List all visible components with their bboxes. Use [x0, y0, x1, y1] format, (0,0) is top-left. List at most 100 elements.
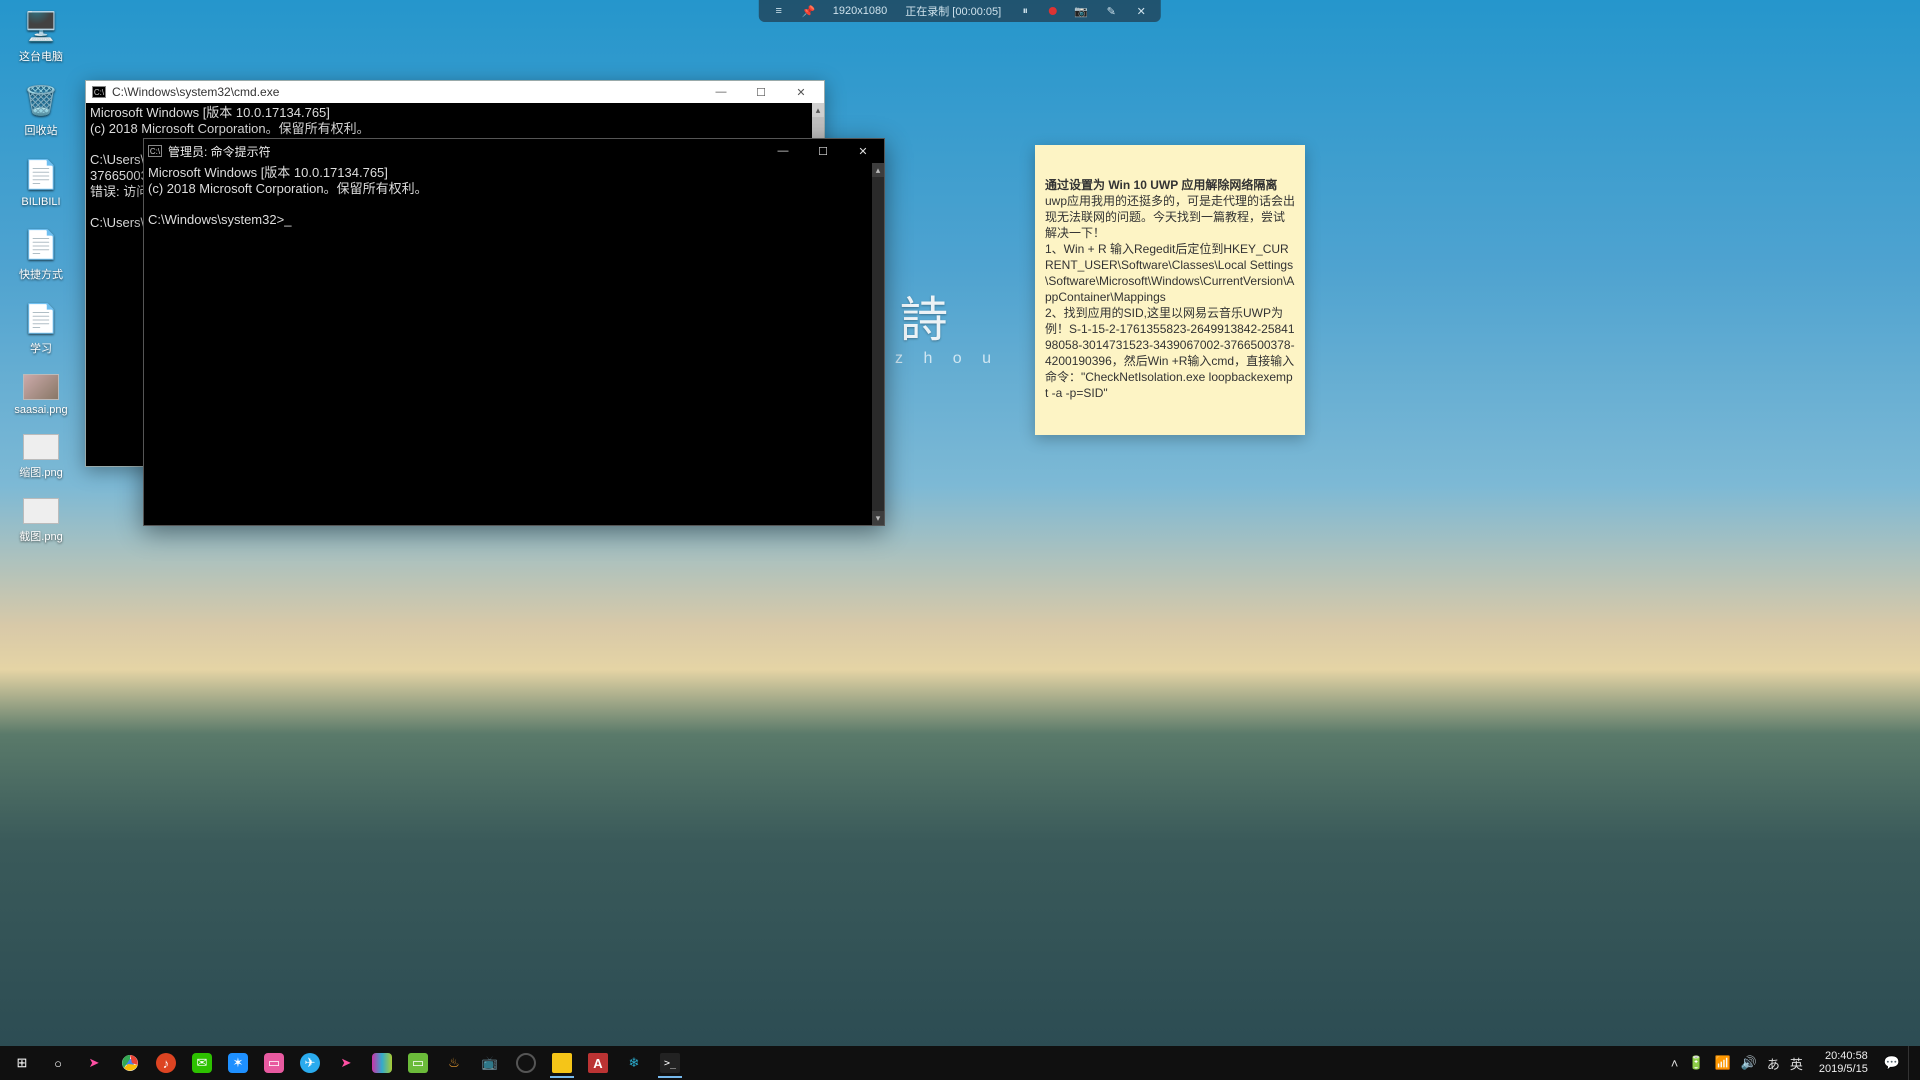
scroll-down-icon[interactable]: ▾ [872, 511, 884, 525]
show-desktop-button[interactable] [1908, 1046, 1914, 1080]
cursor-icon: ➤ [84, 1053, 104, 1073]
minimize-button[interactable]: — [766, 140, 800, 162]
terminal-output[interactable]: Microsoft Windows [版本 10.0.17134.765] (c… [144, 163, 872, 525]
cmd-admin-window[interactable]: C:\ 管理员: 命令提示符 — ☐ ✕ Microsoft Windows [… [143, 138, 885, 526]
star-icon: ✶ [228, 1053, 248, 1073]
ime-mode-icon[interactable]: あ [1767, 1054, 1780, 1073]
taskbar-app[interactable] [366, 1048, 398, 1078]
recording-status: 正在录制 [00:00:05] [905, 3, 1001, 19]
desktop-icons: 🖥️ 这台电脑 🗑️ 回收站 📄 BILIBILI 📄 快捷方式 📄 学习 saasai.… [10, 8, 72, 544]
desktop-icon-image[interactable]: 截图.png [10, 498, 72, 544]
taskbar-app-netease[interactable]: ♪ [150, 1048, 182, 1078]
close-button[interactable]: ✕ [784, 81, 818, 103]
cursor-icon: ➤ [336, 1053, 356, 1073]
pause-icon[interactable]: ⏸ [1019, 5, 1031, 17]
taskbar-app[interactable]: ✶ [222, 1048, 254, 1078]
doc-icon: 📄 [23, 300, 59, 336]
date-label: 2019/5/15 [1819, 1063, 1868, 1076]
doc-icon: 📄 [23, 226, 59, 262]
system-tray: ˄ 🔋 📶 🔊 あ 英 20:40:58 2019/5/15 💬 [1667, 1050, 1904, 1076]
icon-label: 回收站 [25, 122, 58, 138]
desktop-icon-bilibili[interactable]: 📄 BILIBILI [10, 156, 72, 208]
resolution-label: 1920x1080 [833, 5, 887, 17]
scroll-up-icon[interactable]: ▴ [812, 103, 824, 117]
window-title: 管理员: 命令提示符 [168, 143, 271, 160]
titlebar[interactable]: C:\ 管理员: 命令提示符 — ☐ ✕ [144, 139, 884, 163]
icon-label: BILIBILI [21, 196, 60, 208]
image-icon [23, 498, 59, 524]
icon-label: 快捷方式 [19, 266, 63, 282]
desktop-icon-shortcut[interactable]: 📄 快捷方式 [10, 226, 72, 282]
desktop-icon-image[interactable]: saasai.png [10, 374, 72, 416]
doc-icon: 📄 [23, 156, 59, 192]
flame-icon: ♨ [444, 1053, 464, 1073]
menu-icon[interactable]: ≡ [773, 5, 785, 17]
camera-icon[interactable]: 📷 [1075, 5, 1087, 17]
minimize-button[interactable]: — [704, 81, 738, 103]
taskbar-app[interactable]: 📺 [474, 1048, 506, 1078]
terminal-icon: >_ [660, 1053, 680, 1073]
circle-icon: ○ [48, 1053, 68, 1073]
desktop-icon-image[interactable]: 缩图.png [10, 434, 72, 480]
record-icon[interactable] [1049, 7, 1057, 15]
taskbar-app-sticky-notes[interactable] [546, 1048, 578, 1078]
sticky-note[interactable]: 通过设置为 Win 10 UWP 应用解除网络隔离 uwp应用我用的还挺多的，可… [1035, 145, 1305, 435]
recording-toolbar: ≡ 📌 1920x1080 正在录制 [00:00:05] ⏸ 📷 ✎ ✕ [759, 0, 1161, 22]
scrollbar[interactable]: ▴ ▾ [872, 163, 884, 525]
scroll-up-icon[interactable]: ▴ [872, 163, 884, 177]
image-icon [23, 374, 59, 400]
plane-icon: ✈ [300, 1053, 320, 1073]
time-label: 20:40:58 [1825, 1050, 1868, 1063]
note-body: uwp应用我用的还挺多的，可是走代理的话会出现无法联网的问题。今天找到一篇教程，… [1045, 194, 1295, 400]
volume-icon[interactable]: 🔊 [1741, 1055, 1757, 1071]
start-button[interactable]: ⊞ [6, 1048, 38, 1078]
stripes-icon [372, 1053, 392, 1073]
maximize-button[interactable]: ☐ [806, 140, 840, 162]
notification-icon[interactable]: 💬 [1884, 1055, 1900, 1071]
taskbar-app[interactable]: ❄ [618, 1048, 650, 1078]
taskbar-app-explorer[interactable]: ▭ [402, 1048, 434, 1078]
wallpaper-text: 詩 [900, 280, 954, 350]
pen-icon[interactable]: ✎ [1105, 5, 1117, 17]
desktop-icon-recycle-bin[interactable]: 🗑️ 回收站 [10, 82, 72, 138]
folder-icon: ▭ [408, 1053, 428, 1073]
titlebar[interactable]: C:\ C:\Windows\system32\cmd.exe — ☐ ✕ [86, 81, 824, 103]
taskbar-app-terminal[interactable]: >_ [654, 1048, 686, 1078]
music-icon: ♪ [156, 1053, 176, 1073]
close-button[interactable]: ✕ [846, 140, 880, 162]
battery-icon[interactable]: 🔋 [1688, 1055, 1704, 1071]
pc-icon: 🖥️ [23, 8, 59, 44]
icon-label: saasai.png [14, 404, 67, 416]
taskbar-app[interactable]: ▭ [258, 1048, 290, 1078]
wifi-icon[interactable]: 📶 [1714, 1055, 1730, 1071]
record-icon [516, 1053, 536, 1073]
window-title: C:\Windows\system32\cmd.exe [112, 85, 279, 99]
cmd-icon: C:\ [92, 86, 106, 98]
taskbar-app[interactable]: ➤ [330, 1048, 362, 1078]
windows-icon: ⊞ [12, 1053, 32, 1073]
taskbar-app-telegram[interactable]: ✈ [294, 1048, 326, 1078]
taskbar-app-chrome[interactable] [114, 1048, 146, 1078]
clock[interactable]: 20:40:58 2019/5/15 [1813, 1050, 1874, 1076]
icon-label: 学习 [30, 340, 52, 356]
icon-label: 截图.png [19, 528, 62, 544]
desktop-icon-study[interactable]: 📄 学习 [10, 300, 72, 356]
chat-icon: ✉ [192, 1053, 212, 1073]
tray-chevron-icon[interactable]: ˄ [1671, 1056, 1679, 1071]
image-icon [23, 434, 59, 460]
cortana-button[interactable]: ○ [42, 1048, 74, 1078]
cursor: _ [284, 212, 291, 227]
ime-lang-icon[interactable]: 英 [1790, 1054, 1803, 1073]
desktop-icon-this-pc[interactable]: 🖥️ 这台电脑 [10, 8, 72, 64]
taskbar-app-autodesk[interactable]: A [582, 1048, 614, 1078]
taskbar-app-wechat[interactable]: ✉ [186, 1048, 218, 1078]
icon-label: 这台电脑 [19, 48, 63, 64]
close-icon[interactable]: ✕ [1135, 5, 1147, 17]
chrome-icon [120, 1053, 140, 1073]
pin-icon[interactable]: 📌 [803, 5, 815, 17]
taskbar-app[interactable]: ♨ [438, 1048, 470, 1078]
maximize-button[interactable]: ☐ [744, 81, 778, 103]
taskbar-app-obs[interactable] [510, 1048, 542, 1078]
bin-icon: 🗑️ [23, 82, 59, 118]
taskbar-app[interactable]: ➤ [78, 1048, 110, 1078]
